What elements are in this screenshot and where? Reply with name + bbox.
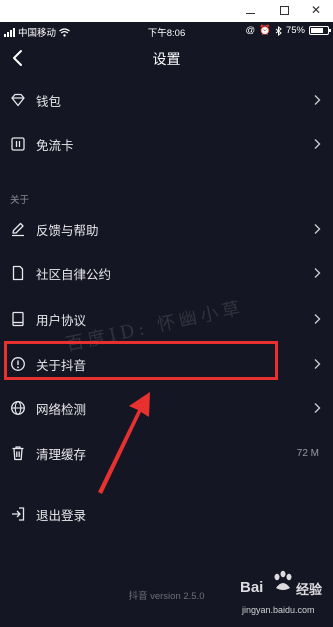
logout-label: 退出登录 bbox=[36, 508, 87, 523]
cache-size: 72 M bbox=[296, 447, 319, 459]
cache-label: 清理缓存 bbox=[36, 447, 87, 462]
alarm-icon: ⏰ bbox=[259, 25, 271, 36]
paw-icon bbox=[274, 570, 292, 590]
battery-icon bbox=[309, 26, 331, 35]
community-label: 社区自律公约 bbox=[36, 267, 112, 282]
globe-icon bbox=[11, 401, 25, 415]
window-titlebar: ✕ bbox=[0, 0, 333, 22]
jingyan-url: jingyan.baidu.com bbox=[242, 605, 315, 615]
settings-row-cache[interactable]: 清理缓存 72 M bbox=[0, 433, 333, 473]
logout-icon bbox=[12, 507, 25, 521]
document-icon bbox=[12, 265, 24, 281]
free-data-label: 免流卡 bbox=[36, 138, 74, 153]
diamond-icon bbox=[11, 93, 25, 107]
chevron-right-icon bbox=[314, 268, 321, 278]
bluetooth-icon bbox=[275, 25, 282, 36]
baidu-brand: Bai bbox=[240, 579, 264, 596]
chevron-right-icon bbox=[314, 403, 321, 413]
book-icon bbox=[12, 311, 24, 327]
chevron-right-icon bbox=[314, 314, 321, 324]
settings-row-feedback[interactable]: 反馈与帮助 bbox=[0, 209, 333, 249]
chevron-right-icon bbox=[314, 224, 321, 234]
network-label: 网络检测 bbox=[36, 402, 87, 417]
phone-screen: 中国移动 下午8:06 @ ⏰ 75% 设置 钱包 免流卡 关于 反馈与帮助 社… bbox=[0, 22, 333, 627]
settings-row-network[interactable]: 网络检测 bbox=[0, 388, 333, 428]
baidu-jingyan-logo: Bai 经验 jingyan.baidu.com bbox=[236, 565, 332, 625]
close-icon[interactable]: ✕ bbox=[308, 2, 324, 18]
chevron-right-icon bbox=[314, 359, 321, 369]
at-icon: @ bbox=[245, 25, 256, 36]
pencil-icon bbox=[12, 222, 24, 237]
section-header-about: 关于 bbox=[10, 195, 30, 206]
settings-row-free-data[interactable]: 免流卡 bbox=[0, 124, 333, 164]
highlight-box bbox=[4, 341, 278, 380]
settings-row-wallet[interactable]: 钱包 bbox=[0, 80, 333, 120]
page-title: 设置 bbox=[152, 51, 181, 67]
jingyan-label: 经验 bbox=[296, 582, 323, 597]
agreement-label: 用户协议 bbox=[36, 313, 87, 328]
nav-bar: 设置 bbox=[0, 44, 333, 74]
trash-icon bbox=[12, 446, 24, 461]
wallet-label: 钱包 bbox=[36, 94, 62, 109]
status-bar: 中国移动 下午8:06 @ ⏰ 75% bbox=[0, 22, 333, 40]
settings-row-logout[interactable]: 退出登录 bbox=[0, 494, 333, 534]
battery-percent: 75% bbox=[285, 25, 305, 36]
minimize-icon[interactable] bbox=[242, 2, 258, 18]
data-card-icon bbox=[11, 137, 25, 151]
settings-row-community[interactable]: 社区自律公约 bbox=[0, 253, 333, 293]
feedback-label: 反馈与帮助 bbox=[36, 223, 99, 238]
chevron-right-icon bbox=[314, 139, 321, 149]
chevron-right-icon bbox=[314, 95, 321, 105]
maximize-icon[interactable] bbox=[276, 2, 292, 18]
